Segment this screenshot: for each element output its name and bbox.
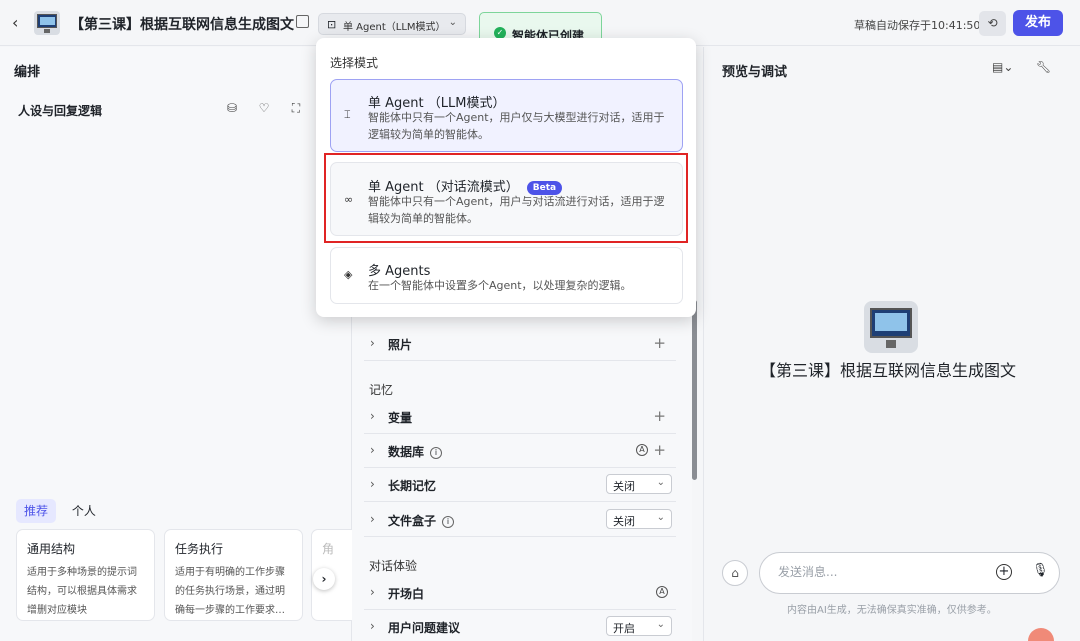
chevron-down-icon: ⌄ [448, 17, 457, 28]
select-value: 关闭 [613, 480, 635, 493]
chevron-right-icon: › [370, 443, 375, 457]
select-value: 开启 [613, 622, 635, 635]
bot-title: 【第三课】根据互联网信息生成图文 [70, 17, 294, 33]
chevron-right-icon: › [370, 585, 375, 599]
publish-button[interactable]: 发布 [1013, 10, 1063, 36]
history-button[interactable]: ⟲ [979, 11, 1006, 36]
skill-row-suggestions[interactable]: › 用户问题建议 开启 ⌄ [364, 610, 676, 641]
chevron-down-icon: ⌄ [656, 619, 665, 630]
chevron-right-icon: › [370, 409, 375, 423]
dropdown-title: 选择模式 [330, 56, 379, 70]
chevron-right-icon: › [370, 512, 375, 526]
message-box: + 🎙︎ [759, 552, 1060, 594]
template-tabs: 推荐 个人 [16, 499, 108, 523]
highlight-box [324, 153, 688, 243]
skill-row-variables[interactable]: › 变量 + [364, 400, 676, 434]
orchestration-panel: 编排 人设与回复逻辑 ⛁ ♡ ⛶ 推荐 个人 通用结构 适用于多种场景的提示词结… [0, 47, 352, 641]
card-title: 任务执行 [175, 542, 224, 556]
ai-disclaimer: 内容由AI生成，无法确保真实准确，仅供参考。 [787, 605, 997, 616]
auto-icon: A [656, 586, 668, 598]
dialog-section-title: 对话体验 [369, 559, 418, 573]
mode-option-llm[interactable]: ⌶ 单 Agent （LLM模式） 智能体中只有一个Agent，用户仅与大模型进… [330, 79, 683, 152]
panel-title: 编排 [14, 65, 41, 80]
mode-option-multi[interactable]: ◈ 多 Agents 在一个智能体中设置多个Agent，以处理复杂的逻辑。 [330, 247, 683, 304]
row-label: 用户问题建议 [388, 621, 461, 635]
wrench-icon[interactable]: 🔧︎ [1036, 60, 1051, 74]
select-value: 关闭 [613, 515, 635, 528]
layers-icon: ◈ [344, 268, 353, 281]
skill-row-database[interactable]: › 数据库 i A + [364, 434, 676, 468]
option-desc: 在一个智能体中设置多个Agent，以处理复杂的逻辑。 [368, 279, 632, 292]
info-icon[interactable]: i [442, 516, 455, 528]
template-card[interactable]: 任务执行 适用于有明确的工作步骤的任务执行场景，通过明确每一步骤的工作要求… [164, 529, 303, 621]
expand-icon[interactable]: ⛶ [288, 101, 304, 115]
mode-label: 单 Agent（LLM模式） [343, 22, 446, 33]
plus-icon[interactable]: + [653, 407, 666, 425]
edit-icon[interactable] [296, 15, 309, 28]
row-label: 长期记忆 [388, 479, 437, 493]
skill-row-photos[interactable]: › 照片 + [364, 327, 676, 361]
card-title: 通用结构 [27, 542, 76, 556]
prompt-section-title: 人设与回复逻辑 [18, 104, 103, 118]
preview-title: 预览与调试 [722, 65, 788, 80]
microphone-icon[interactable]: 🎙︎ [1032, 563, 1049, 578]
message-input[interactable] [778, 565, 978, 579]
agent-mode-icon: ⊡ [327, 18, 337, 31]
clear-history-icon[interactable]: ⌂ [722, 560, 748, 586]
memory-section-title: 记忆 [369, 383, 394, 397]
prompt-library-icon[interactable]: ⛁ [224, 101, 240, 115]
suggestions-select[interactable]: 开启 ⌄ [606, 616, 672, 636]
add-attachment-icon[interactable]: + [996, 564, 1012, 580]
back-icon[interactable]: ‹ [12, 14, 26, 32]
file-box-select[interactable]: 关闭 ⌄ [606, 509, 672, 529]
chevron-right-icon[interactable]: › [313, 568, 335, 590]
row-label: 文件盒子 [388, 514, 437, 528]
card-desc: 适用于多种场景的提示词结构，可以根据具体需求增删对应模块 [27, 567, 137, 616]
chevron-right-icon: › [370, 336, 375, 350]
row-label: 数据库 [388, 445, 425, 459]
plus-icon[interactable]: + [653, 334, 666, 352]
optimize-icon[interactable]: ♡ [256, 101, 272, 115]
chevron-right-icon: › [370, 477, 375, 491]
llm-mode-icon: ⌶ [344, 108, 351, 121]
row-label: 照片 [388, 338, 413, 352]
bot-avatar-large [864, 301, 918, 353]
card-desc: 适用于有明确的工作步骤的任务执行场景，通过明确每一步骤的工作要求… [175, 567, 285, 616]
tab-personal[interactable]: 个人 [64, 499, 104, 523]
chevron-down-icon: ⌄ [656, 477, 665, 488]
long-term-memory-select[interactable]: 关闭 ⌄ [606, 474, 672, 494]
card-title: 角 [322, 542, 335, 556]
skill-row-long-term-memory[interactable]: › 长期记忆 关闭 ⌄ [364, 468, 676, 502]
skill-row-file-box[interactable]: › 文件盒子 i 关闭 ⌄ [364, 503, 676, 537]
bot-name: 【第三课】根据互联网信息生成图文 [760, 361, 1017, 380]
bot-avatar-icon [34, 11, 60, 35]
tab-recommended[interactable]: 推荐 [16, 499, 57, 523]
debug-view-icon[interactable]: ▤⌄ [992, 60, 1013, 74]
row-label: 开场白 [388, 587, 425, 601]
auto-icon: A [636, 444, 648, 456]
mode-selector[interactable]: ⊡ 单 Agent（LLM模式） ⌄ [318, 13, 466, 35]
skill-row-opening[interactable]: › 开场白 A [364, 576, 676, 610]
chevron-right-icon: › [370, 619, 375, 633]
plus-icon[interactable]: + [653, 441, 666, 459]
info-icon[interactable]: i [430, 447, 443, 459]
autosave-status: 草稿自动保存于10:41:50 [854, 19, 981, 32]
option-desc: 智能体中只有一个Agent，用户仅与大模型进行对话，适用于逻辑较为简单的智能体。 [368, 111, 665, 141]
chevron-down-icon: ⌄ [656, 512, 665, 523]
template-card[interactable]: 通用结构 适用于多种场景的提示词结构，可以根据具体需求增删对应模块 [16, 529, 155, 621]
row-label: 变量 [388, 411, 413, 425]
scrollbar[interactable] [692, 300, 697, 480]
